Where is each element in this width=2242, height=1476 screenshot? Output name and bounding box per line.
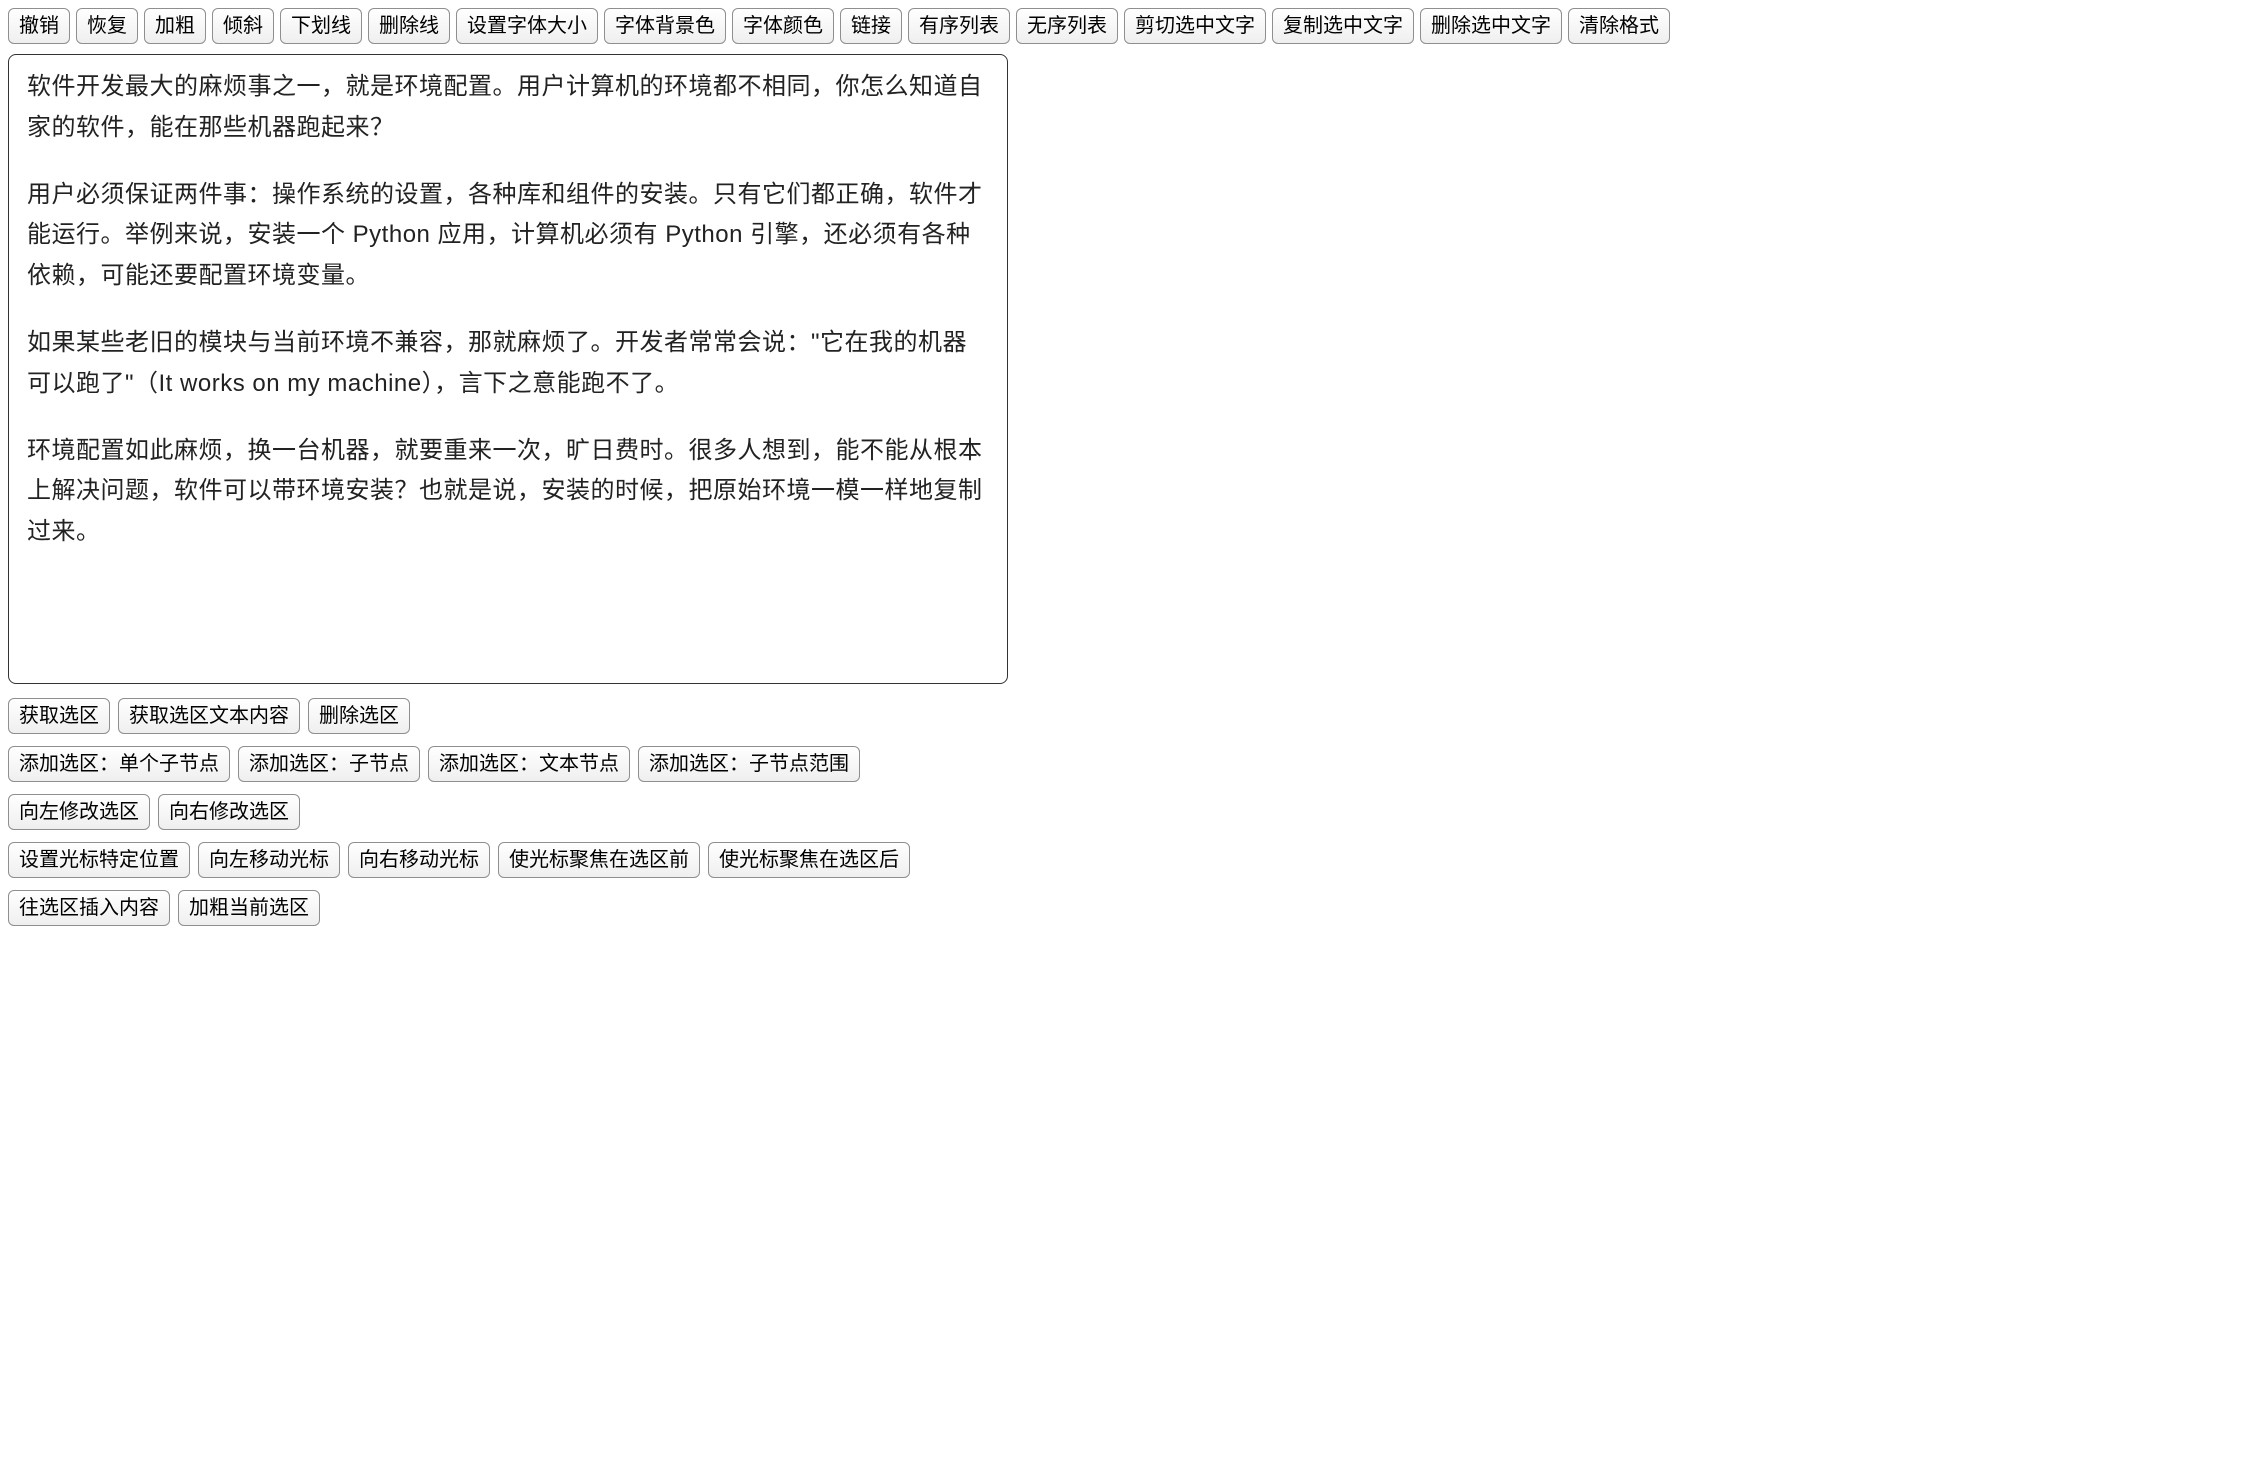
editor-paragraph[interactable]: 用户必须保证两件事：操作系统的设置，各种库和组件的安装。只有它们都正确，软件才能…: [27, 175, 989, 297]
editor-paragraph[interactable]: 如果某些老旧的模块与当前环境不兼容，那就麻烦了。开发者常常会说："它在我的机器可…: [27, 323, 989, 405]
modify-selection-row: 向左修改选区 向右修改选区: [8, 794, 2234, 830]
cut-selection-button[interactable]: 剪切选中文字: [1124, 8, 1266, 44]
editor-paragraph[interactable]: 软件开发最大的麻烦事之一，就是环境配置。用户计算机的环境都不相同，你怎么知道自家…: [27, 67, 989, 149]
italic-button[interactable]: 倾斜: [212, 8, 274, 44]
fontcolor-button[interactable]: 字体颜色: [732, 8, 834, 44]
get-selection-text-button[interactable]: 获取选区文本内容: [118, 698, 300, 734]
insert-bold-row: 往选区插入内容 加粗当前选区: [8, 890, 2234, 926]
modify-selection-right-button[interactable]: 向右修改选区: [158, 794, 300, 830]
bold-current-selection-button[interactable]: 加粗当前选区: [178, 890, 320, 926]
cursor-ops-row: 设置光标特定位置 向左移动光标 向右移动光标 使光标聚焦在选区前 使光标聚焦在选…: [8, 842, 2234, 878]
focus-after-selection-button[interactable]: 使光标聚焦在选区后: [708, 842, 910, 878]
delete-selection-range-button[interactable]: 删除选区: [308, 698, 410, 734]
add-selection-single-child-button[interactable]: 添加选区：单个子节点: [8, 746, 230, 782]
add-selection-child-range-button[interactable]: 添加选区：子节点范围: [638, 746, 860, 782]
selection-ops-row: 获取选区 获取选区文本内容 删除选区: [8, 698, 2234, 734]
fontsize-button[interactable]: 设置字体大小: [456, 8, 598, 44]
add-selection-text-button[interactable]: 添加选区：文本节点: [428, 746, 630, 782]
link-button[interactable]: 链接: [840, 8, 902, 44]
toolbar: 撤销 恢复 加粗 倾斜 下划线 删除线 设置字体大小 字体背景色 字体颜色 链接…: [8, 8, 2234, 44]
bgcolor-button[interactable]: 字体背景色: [604, 8, 726, 44]
redo-button[interactable]: 恢复: [76, 8, 138, 44]
move-cursor-left-button[interactable]: 向左移动光标: [198, 842, 340, 878]
unordered-list-button[interactable]: 无序列表: [1016, 8, 1118, 44]
strike-button[interactable]: 删除线: [368, 8, 450, 44]
ordered-list-button[interactable]: 有序列表: [908, 8, 1010, 44]
underline-button[interactable]: 下划线: [280, 8, 362, 44]
delete-selection-button[interactable]: 删除选中文字: [1420, 8, 1562, 44]
set-cursor-position-button[interactable]: 设置光标特定位置: [8, 842, 190, 878]
focus-before-selection-button[interactable]: 使光标聚焦在选区前: [498, 842, 700, 878]
editor-paragraph[interactable]: 环境配置如此麻烦，换一台机器，就要重来一次，旷日费时。很多人想到，能不能从根本上…: [27, 431, 989, 553]
bold-button[interactable]: 加粗: [144, 8, 206, 44]
clear-format-button[interactable]: 清除格式: [1568, 8, 1670, 44]
move-cursor-right-button[interactable]: 向右移动光标: [348, 842, 490, 878]
undo-button[interactable]: 撤销: [8, 8, 70, 44]
add-selection-row: 添加选区：单个子节点 添加选区：子节点 添加选区：文本节点 添加选区：子节点范围: [8, 746, 2234, 782]
add-selection-child-button[interactable]: 添加选区：子节点: [238, 746, 420, 782]
insert-to-selection-button[interactable]: 往选区插入内容: [8, 890, 170, 926]
get-selection-button[interactable]: 获取选区: [8, 698, 110, 734]
copy-selection-button[interactable]: 复制选中文字: [1272, 8, 1414, 44]
modify-selection-left-button[interactable]: 向左修改选区: [8, 794, 150, 830]
editor-area[interactable]: 软件开发最大的麻烦事之一，就是环境配置。用户计算机的环境都不相同，你怎么知道自家…: [8, 54, 1008, 684]
